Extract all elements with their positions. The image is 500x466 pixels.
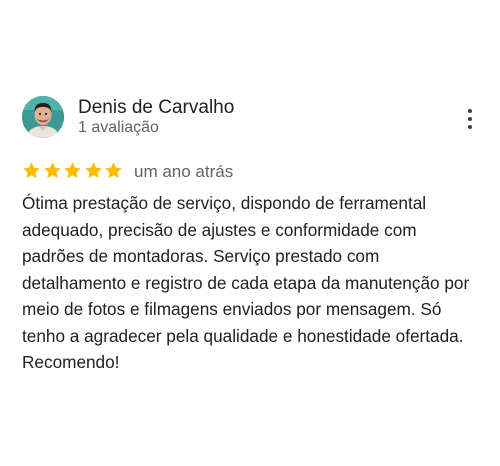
more-options-dot — [468, 117, 472, 121]
star-icon — [64, 162, 81, 178]
review-text: Ótima prestação de serviço, dispondo de … — [22, 193, 470, 372]
reviewer-avatar[interactable] — [22, 96, 64, 138]
more-options-icon[interactable] — [462, 108, 478, 130]
review-date: um ano atrás — [134, 162, 234, 181]
review-header: Denis de Carvalho 1 avaliação — [22, 96, 478, 140]
star-icon — [84, 162, 102, 178]
review-card: Denis de Carvalho 1 avaliação um ano atr… — [0, 0, 500, 466]
more-options-dot — [468, 109, 472, 113]
star-rating — [22, 161, 125, 183]
reviewer-name[interactable]: Denis de Carvalho — [78, 96, 234, 120]
star-icon — [43, 162, 61, 178]
star-icon — [105, 162, 122, 178]
rating-row: um ano atrás — [22, 161, 422, 183]
avatar-photo-icon — [22, 96, 64, 138]
more-options-dot — [468, 125, 472, 129]
star-icon — [23, 162, 40, 178]
reviewer-review-count[interactable]: 1 avaliação — [78, 118, 159, 138]
